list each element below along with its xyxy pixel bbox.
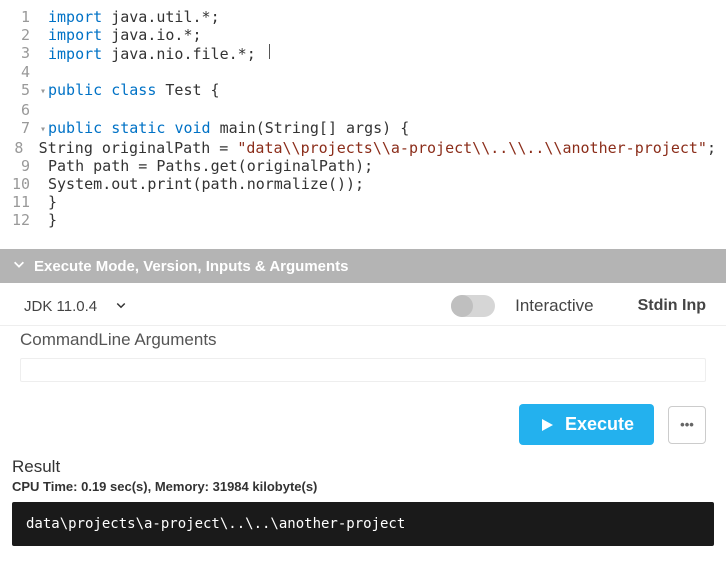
code-line: 11 } — [10, 193, 716, 211]
fold-indicator — [40, 44, 48, 63]
code-line: 8 String originalPath = "data\\projects\… — [10, 139, 716, 157]
code-content[interactable]: Path path = Paths.get(originalPath); — [48, 157, 716, 175]
code-content[interactable]: import java.io.*; — [48, 26, 716, 44]
execute-button[interactable]: Execute — [519, 404, 654, 445]
code-content[interactable]: import java.nio.file.*; — [48, 44, 716, 63]
fold-indicator — [40, 157, 48, 175]
fold-indicator — [40, 8, 48, 26]
code-content[interactable]: } — [48, 193, 716, 211]
fold-indicator — [40, 101, 48, 119]
fold-indicator[interactable]: ▾ — [40, 119, 48, 139]
fold-indicator — [40, 211, 48, 229]
accordion-title: Execute Mode, Version, Inputs & Argument… — [34, 258, 349, 275]
line-number: 3 — [10, 44, 40, 63]
jdk-version-select[interactable]: JDK 11.0.4 — [20, 296, 131, 317]
toggle-knob — [451, 295, 473, 317]
line-number: 2 — [10, 26, 40, 44]
line-number: 11 — [10, 193, 40, 211]
line-number: 7 — [10, 119, 40, 139]
code-line: 10 System.out.print(path.normalize()); — [10, 175, 716, 193]
code-content[interactable]: String originalPath = "data\\projects\\a… — [39, 139, 716, 157]
output-text: data\projects\a-project\..\..\another-pr… — [26, 516, 405, 532]
more-options-button[interactable]: ••• — [668, 406, 706, 444]
chevron-down-icon — [12, 257, 26, 275]
stdin-inputs-label: Stdin Inp — [638, 297, 706, 315]
code-line: 5▾public class Test { — [10, 81, 716, 101]
output-console: data\projects\a-project\..\..\another-pr… — [12, 502, 714, 546]
code-line: 12} — [10, 211, 716, 229]
code-line: 6 — [10, 101, 716, 119]
execute-button-label: Execute — [565, 414, 634, 435]
line-number: 9 — [10, 157, 40, 175]
settings-row: JDK 11.0.4 Interactive Stdin Inp — [0, 283, 726, 326]
result-label: Result — [0, 449, 726, 479]
jdk-version-label: JDK 11.0.4 — [24, 298, 97, 315]
code-content[interactable]: public static void main(String[] args) { — [48, 119, 716, 139]
interactive-toggle[interactable] — [451, 295, 495, 317]
code-line: 9 Path path = Paths.get(originalPath); — [10, 157, 716, 175]
code-line: 1 import java.util.*; — [10, 8, 716, 26]
line-number: 10 — [10, 175, 40, 193]
code-content[interactable] — [48, 63, 716, 81]
line-number: 6 — [10, 101, 40, 119]
code-content[interactable]: public class Test { — [48, 81, 716, 101]
line-number: 8 — [10, 139, 33, 157]
line-number: 5 — [10, 81, 40, 101]
chevron-down-icon — [115, 298, 127, 315]
more-icon: ••• — [680, 417, 694, 432]
fold-indicator[interactable]: ▾ — [40, 81, 48, 101]
code-line: 4 — [10, 63, 716, 81]
cmdline-args-label: CommandLine Arguments — [0, 326, 726, 356]
line-number: 1 — [10, 8, 40, 26]
play-icon — [539, 417, 555, 433]
result-stats: CPU Time: 0.19 sec(s), Memory: 31984 kil… — [0, 479, 726, 500]
fold-indicator — [40, 26, 48, 44]
execute-settings-accordion[interactable]: Execute Mode, Version, Inputs & Argument… — [0, 249, 726, 283]
interactive-label: Interactive — [515, 296, 593, 316]
line-number: 12 — [10, 211, 40, 229]
code-content[interactable] — [48, 101, 716, 119]
fold-indicator — [40, 63, 48, 81]
code-line: 7▾ public static void main(String[] args… — [10, 119, 716, 139]
code-line: 2 import java.io.*; — [10, 26, 716, 44]
cmdline-args-input[interactable] — [20, 358, 706, 382]
execute-row: Execute ••• — [0, 394, 726, 449]
code-editor[interactable]: 1 import java.util.*; 2 import java.io.*; 3i… — [0, 0, 726, 237]
fold-indicator — [40, 193, 48, 211]
code-line: 3 import java.nio.file.*; — [10, 44, 716, 63]
line-number: 4 — [10, 63, 40, 81]
code-content[interactable]: } — [48, 211, 716, 229]
fold-indicator — [40, 175, 48, 193]
code-content[interactable]: import java.util.*; — [48, 8, 716, 26]
code-content[interactable]: System.out.print(path.normalize()); — [48, 175, 716, 193]
